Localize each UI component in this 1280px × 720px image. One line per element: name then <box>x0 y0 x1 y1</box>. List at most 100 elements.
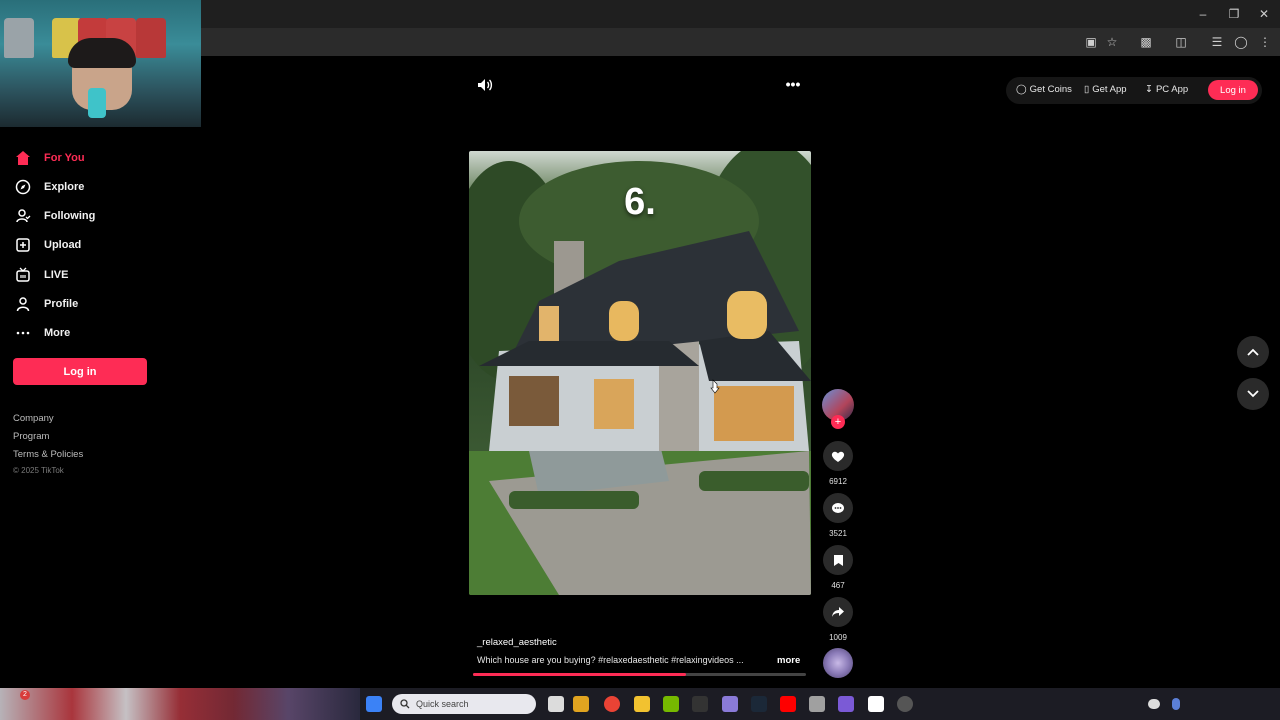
volume-button[interactable] <box>476 77 494 93</box>
search-placeholder: Quick search <box>416 699 469 709</box>
compass-icon <box>14 178 32 196</box>
copyright-text: © 2025 TikTok <box>13 466 64 475</box>
app-icon[interactable] <box>722 696 738 712</box>
install-app-icon[interactable]: ▣ <box>1083 34 1099 50</box>
streamer-hair <box>68 38 136 68</box>
nvidia-icon[interactable] <box>663 696 679 712</box>
sidebar-item-more[interactable]: More <box>14 323 70 343</box>
sidebar-item-profile[interactable]: Profile <box>14 294 78 314</box>
webcam-overlay <box>0 0 201 127</box>
caption-more-link[interactable]: more <box>777 655 800 666</box>
speaker-icon <box>478 79 493 91</box>
footer-link-program[interactable]: Program <box>13 431 49 442</box>
download-icon: ↧ <box>1145 84 1153 95</box>
video-caption: Which house are you buying? #relaxedaest… <box>477 655 744 665</box>
steam-icon[interactable] <box>751 696 767 712</box>
save-count: 467 <box>831 581 845 590</box>
video-progress-fill <box>473 673 686 676</box>
file-explorer-icon[interactable] <box>634 696 650 712</box>
close-button[interactable]: ✕ <box>1255 5 1273 23</box>
address-bar[interactable] <box>200 31 1070 53</box>
comment-bubble-icon <box>832 502 844 513</box>
minimize-button[interactable]: – <box>1194 5 1212 23</box>
epic-games-icon[interactable] <box>692 696 708 712</box>
restore-button[interactable]: ❐ <box>1225 5 1243 23</box>
video-username[interactable]: _relaxed_aesthetic <box>477 637 557 648</box>
video-options-button[interactable]: ••• <box>784 76 802 92</box>
taskbar-wallpaper-strip <box>0 688 360 720</box>
bookmark-icon <box>833 554 843 566</box>
share-button[interactable] <box>823 597 853 627</box>
coin-icon: ◯ <box>1016 84 1027 95</box>
live-icon <box>14 266 32 284</box>
sidebar-item-label: Profile <box>44 298 79 310</box>
like-button[interactable] <box>823 441 853 471</box>
extensions-icon[interactable]: ▩ <box>1138 34 1154 50</box>
follow-plus-button[interactable]: + <box>831 415 845 429</box>
upload-icon <box>14 236 32 254</box>
sidebar-item-explore[interactable]: Explore <box>14 177 84 197</box>
start-menu-icon[interactable] <box>366 696 382 712</box>
pc-app-link[interactable]: ↧ PC App <box>1145 84 1188 95</box>
microphone-icon[interactable] <box>1172 698 1180 710</box>
media-controls-icon[interactable]: ☰ <box>1209 34 1225 50</box>
sidebar-item-live[interactable]: LIVE <box>14 265 68 285</box>
get-coins-label: Get Coins <box>1029 84 1072 95</box>
following-icon <box>14 207 32 225</box>
like-count: 6912 <box>829 477 847 486</box>
browser-menu-icon[interactable]: ⋮ <box>1257 34 1273 50</box>
get-app-link[interactable]: ▯ Get App <box>1084 84 1127 95</box>
sidebar-item-label: More <box>44 327 71 339</box>
chrome-icon[interactable] <box>604 696 620 712</box>
comment-button[interactable] <box>823 493 853 523</box>
search-icon <box>400 699 410 709</box>
app-icon[interactable] <box>838 696 854 712</box>
task-view-icon[interactable] <box>548 696 564 712</box>
comment-count: 3521 <box>829 529 847 538</box>
footer-link-company[interactable]: Company <box>13 413 54 424</box>
sidebar-login-button[interactable]: Log in <box>13 358 147 385</box>
bookmark-star-icon[interactable]: ☆ <box>1104 34 1120 50</box>
phone-icon: ▯ <box>1084 84 1090 95</box>
topbar-login-button[interactable]: Log in <box>1208 80 1258 100</box>
heart-icon <box>831 451 845 462</box>
save-button[interactable] <box>823 545 853 575</box>
capcut-icon[interactable] <box>868 696 884 712</box>
youtube-icon[interactable] <box>780 696 796 712</box>
notification-badge: 2 <box>20 690 30 700</box>
chevron-down-icon <box>1247 390 1259 398</box>
sidepanel-icon[interactable]: ◫ <box>1173 34 1189 50</box>
next-video-button[interactable] <box>1237 378 1269 410</box>
footer-link-terms[interactable]: Terms & Policies <box>13 449 83 460</box>
music-disc[interactable] <box>823 648 853 678</box>
share-count: 1009 <box>829 633 847 642</box>
streamer-cup <box>88 88 106 118</box>
sidebar-item-following[interactable]: Following <box>14 206 95 226</box>
sidebar-item-label: For You <box>44 152 85 164</box>
profile-avatar-icon[interactable]: ◯ <box>1233 34 1249 50</box>
share-arrow-icon <box>832 607 844 617</box>
video-player[interactable]: 6. <box>469 151 811 595</box>
video-progress-bar[interactable] <box>473 673 806 676</box>
sidebar-item-label: Upload <box>44 239 82 251</box>
previous-video-button[interactable] <box>1237 336 1269 368</box>
app-icon[interactable] <box>573 696 589 712</box>
profile-icon <box>14 295 32 313</box>
onedrive-icon[interactable] <box>1148 699 1160 709</box>
sidebar-item-for-you[interactable]: For You <box>14 148 85 168</box>
sidebar-item-upload[interactable]: Upload <box>14 235 81 255</box>
mouse-pointer-icon <box>710 379 720 394</box>
sidebar-item-label: LIVE <box>44 269 69 281</box>
get-coins-link[interactable]: ◯ Get Coins <box>1016 84 1072 95</box>
sidebar-item-label: Following <box>44 210 96 222</box>
app-icon[interactable] <box>809 696 825 712</box>
video-overlay-text: 6. <box>624 181 656 223</box>
obs-icon[interactable] <box>897 696 913 712</box>
more-dots-icon <box>14 324 32 342</box>
pc-app-label: PC App <box>1155 84 1189 95</box>
taskbar-search[interactable]: Quick search <box>392 694 536 714</box>
get-app-label: Get App <box>1092 84 1127 95</box>
chevron-up-icon <box>1247 348 1259 356</box>
sidebar-item-label: Explore <box>44 181 85 193</box>
shirt-decor <box>4 18 34 58</box>
